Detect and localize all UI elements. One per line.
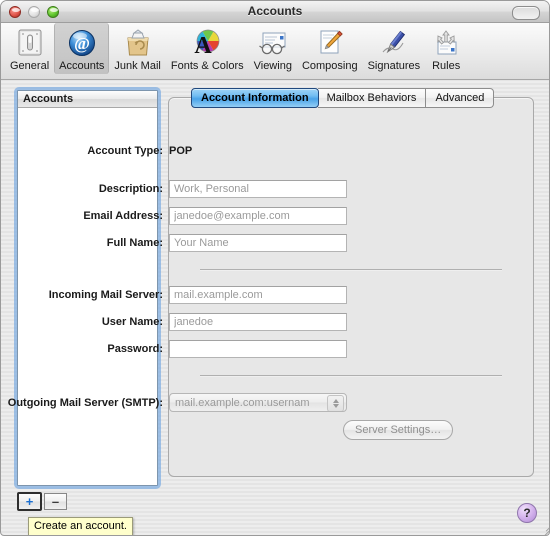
password-label: Password: (107, 343, 163, 355)
tab-account-information[interactable]: Account Information (191, 88, 319, 108)
divider-top (200, 269, 502, 271)
toolbar-label-viewing: Viewing (253, 60, 292, 72)
tab-bar: Account Information Mailbox Behaviors Ad… (191, 88, 495, 108)
row-full-name: Full Name: (1, 234, 367, 252)
incoming-mail-server-label: Incoming Mail Server: (48, 289, 163, 301)
email-address-label: Email Address: (83, 210, 163, 222)
list-action-buttons: + – (17, 492, 67, 511)
server-settings-wrap: Server Settings… (343, 420, 454, 440)
smtp-popup-button[interactable]: mail.example.com:usernam (169, 393, 347, 412)
preferences-window: Accounts General @ Accounts Junk Mail A … (0, 0, 550, 536)
toolbar-label-junk-mail: Junk Mail (114, 60, 161, 72)
toolbar-item-fonts-colors[interactable]: A Fonts & Colors (166, 23, 249, 74)
row-incoming-mail-server: Incoming Mail Server: (1, 286, 367, 304)
row-password: Password: (1, 340, 367, 358)
account-type-value: POP (169, 145, 193, 157)
account-type-label: Account Type: (87, 145, 163, 157)
toolbar-items: General @ Accounts Junk Mail A Fonts & C… (1, 23, 549, 79)
svg-text:A: A (195, 33, 213, 59)
toolbar-item-signatures[interactable]: Signatures (363, 23, 426, 74)
toolbar-item-junk-mail[interactable]: Junk Mail (109, 23, 165, 74)
title-bar: Accounts (1, 1, 549, 23)
window-title: Accounts (247, 4, 303, 18)
tab-mailbox-behaviors[interactable]: Mailbox Behaviors (317, 88, 427, 108)
user-name-label: User Name: (101, 316, 163, 328)
toolbar-toggle-button[interactable] (512, 6, 540, 20)
svg-text:@: @ (74, 34, 90, 53)
add-account-button[interactable]: + (17, 492, 42, 511)
toolbar-label-fonts-colors: Fonts & Colors (170, 60, 244, 72)
tab-panel: Account Type: POP Description: Email Add… (8, 97, 534, 477)
tab-advanced[interactable]: Advanced (426, 88, 495, 108)
arrow-down-icon (332, 404, 339, 408)
toolbar-item-general[interactable]: General (5, 23, 54, 74)
toolbar-item-rules[interactable]: Rules (425, 23, 467, 74)
description-label: Description: (98, 183, 163, 195)
toolbar-item-composing[interactable]: Composing (297, 23, 363, 74)
pencil-paper-icon (314, 27, 346, 59)
eyeglasses-mail-icon (257, 27, 289, 59)
content-area: Accounts + – Create an account. Account … (1, 80, 549, 535)
row-user-name: User Name: (1, 313, 367, 331)
row-description: Description: (1, 180, 367, 198)
chevron-updown-icon (327, 395, 344, 411)
server-settings-button[interactable]: Server Settings… (343, 420, 454, 440)
arrow-up-icon (332, 399, 339, 403)
divider-bottom (200, 375, 502, 377)
toolbar-label-rules: Rules (432, 60, 461, 72)
row-smtp: Outgoing Mail Server (SMTP): mail.exampl… (1, 393, 367, 412)
toolbar-item-accounts[interactable]: @ Accounts (54, 23, 110, 74)
at-sign-globe-icon: @ (66, 27, 98, 59)
toolbar-label-general: General (10, 60, 50, 72)
toolbar-label-accounts: Accounts (59, 60, 105, 72)
color-wheel-a-icon: A (191, 27, 223, 59)
junk-mail-bag-icon (122, 27, 154, 59)
remove-account-button[interactable]: – (44, 493, 67, 510)
resize-grip[interactable] (536, 522, 549, 535)
description-input[interactable] (169, 180, 347, 198)
tooltip: Create an account. (28, 517, 133, 535)
email-address-input[interactable] (169, 207, 347, 225)
full-name-input[interactable] (169, 234, 347, 252)
row-email-address: Email Address: (1, 207, 367, 225)
toolbar-label-composing: Composing (301, 60, 358, 72)
rules-arrows-icon (430, 27, 462, 59)
accounts-list-header: Accounts (18, 91, 157, 108)
toolbar: General @ Accounts Junk Mail A Fonts & C… (1, 23, 549, 80)
general-switch-icon (14, 27, 46, 59)
smtp-selected-option: mail.example.com:usernam (175, 396, 310, 409)
row-account-type: Account Type: POP (1, 142, 367, 160)
incoming-mail-server-input[interactable] (169, 286, 347, 304)
toolbar-label-signatures: Signatures (367, 60, 421, 72)
toolbar-item-viewing[interactable]: Viewing (249, 23, 297, 74)
fountain-pen-icon (378, 27, 410, 59)
password-input[interactable] (169, 340, 347, 358)
user-name-input[interactable] (169, 313, 347, 331)
full-name-label: Full Name: (106, 237, 163, 249)
smtp-label: Outgoing Mail Server (SMTP): (7, 396, 163, 409)
help-button[interactable]: ? (517, 503, 537, 523)
